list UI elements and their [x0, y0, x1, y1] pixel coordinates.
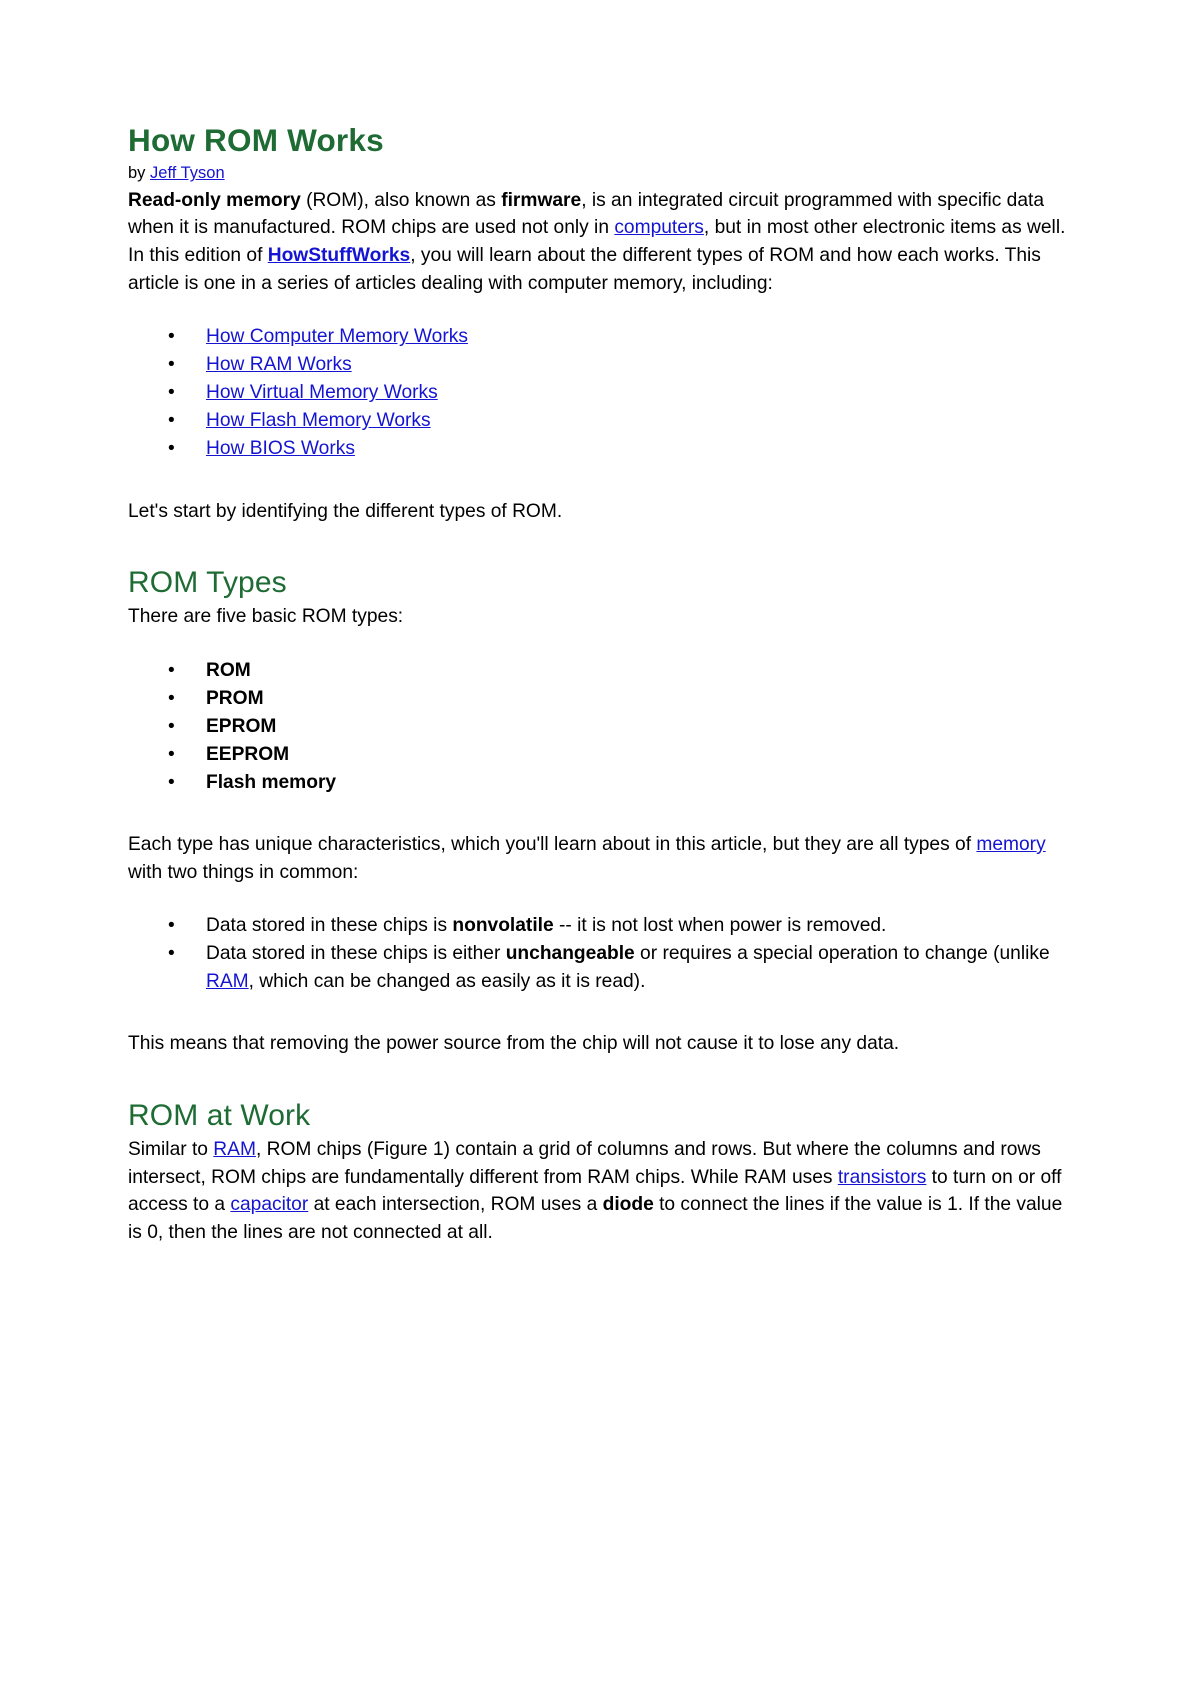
- bullet-icon: •: [168, 354, 175, 376]
- memory-link[interactable]: memory: [976, 834, 1045, 855]
- commonality-1-post: -- it is not lost when power is removed.: [553, 915, 887, 937]
- list-item: • How RAM Works: [128, 351, 1080, 379]
- list-item: • PROM: [128, 685, 1080, 713]
- commonality-2-mid: or requires a special operation to chang…: [634, 943, 1050, 965]
- bullet-icon: •: [168, 743, 175, 765]
- list-item: • How Flash Memory Works: [128, 407, 1080, 435]
- rom-types-closing-paragraph: This means that removing the power sourc…: [128, 1033, 900, 1055]
- bullet-icon: •: [168, 715, 175, 737]
- section-heading-rom-types: ROM Types: [128, 566, 287, 600]
- list-item: • How Virtual Memory Works: [128, 379, 1080, 407]
- commonality-2-pre: Data stored in these chips is either: [206, 943, 506, 965]
- bullet-icon: •: [168, 326, 175, 348]
- bullet-icon: •: [168, 410, 175, 432]
- author-link[interactable]: Jeff Tyson: [150, 164, 225, 182]
- rom-type-flash-memory: Flash memory: [206, 771, 337, 793]
- ram-link-commonality[interactable]: RAM: [206, 971, 249, 992]
- document-page: How ROM Works by Jeff Tyson Read-only me…: [0, 0, 1200, 1698]
- list-item: • Flash memory: [128, 769, 1080, 797]
- list-item: • How Computer Memory Works: [128, 323, 1080, 351]
- intro-paragraph: Read-only memory (ROM), also known as fi…: [128, 187, 1080, 298]
- bullet-icon: •: [168, 687, 175, 709]
- ram-link-rom-at-work[interactable]: RAM: [213, 1139, 256, 1160]
- commonality-1-term: nonvolatile: [452, 915, 554, 937]
- rom-types-after-list-paragraph: Each type has unique characteristics, wh…: [128, 831, 1080, 886]
- list-item: • EEPROM: [128, 741, 1080, 769]
- bullet-icon: •: [168, 382, 175, 404]
- bullet-icon: •: [168, 943, 175, 965]
- byline-prefix: by: [128, 164, 151, 183]
- bullet-icon: •: [168, 438, 175, 460]
- rom-type-eprom: EPROM: [206, 715, 277, 737]
- related-link-bios[interactable]: How BIOS Works: [206, 438, 355, 459]
- rom-type-eeprom: EEPROM: [206, 743, 290, 765]
- rom-types-list: • ROM • PROM • EPROM • EEPROM • Flash memory: [128, 657, 1080, 797]
- intro-term-read-only-memory: Read-only memory: [128, 189, 301, 211]
- related-link-flash-memory[interactable]: How Flash Memory Works: [206, 410, 431, 431]
- rom-type-rom: ROM: [206, 659, 251, 681]
- related-link-ram[interactable]: How RAM Works: [206, 354, 352, 375]
- commonality-1-pre: Data stored in these chips is: [206, 915, 453, 937]
- list-item: • EPROM: [128, 713, 1080, 741]
- computers-link[interactable]: computers: [614, 217, 704, 238]
- after-list-text-2: with two things in common:: [128, 861, 359, 883]
- bullet-icon: •: [168, 771, 175, 793]
- list-item: • Data stored in these chips is either un…: [128, 940, 1080, 996]
- bullet-icon: •: [168, 915, 175, 937]
- byline: by Jeff Tyson: [128, 163, 1080, 184]
- commonality-2-term: unchangeable: [505, 943, 635, 965]
- intro-term-firmware: firmware: [501, 189, 582, 211]
- bullet-icon: •: [168, 659, 175, 681]
- commonality-2-post: , which can be changed as easily as it i…: [248, 971, 646, 993]
- section-heading-rom-at-work: ROM at Work: [128, 1098, 311, 1132]
- transistors-link[interactable]: transistors: [838, 1167, 927, 1188]
- rom-at-work-text-1: Similar to: [128, 1138, 214, 1160]
- after-list-text-1: Each type has unique characteristics, wh…: [128, 833, 977, 855]
- list-item: • How BIOS Works: [128, 435, 1080, 463]
- rom-at-work-paragraph: Similar to RAM, ROM chips (Figure 1) con…: [128, 1136, 1080, 1247]
- rom-type-prom: PROM: [206, 687, 264, 709]
- howstuffworks-link[interactable]: HowStuffWorks: [268, 245, 410, 266]
- rom-types-intro: There are five basic ROM types:: [128, 606, 404, 628]
- capacitor-link[interactable]: capacitor: [230, 1194, 308, 1215]
- commonalities-list: • Data stored in these chips is nonvolati…: [128, 912, 1080, 996]
- related-link-computer-memory[interactable]: How Computer Memory Works: [206, 326, 468, 347]
- page-title: How ROM Works: [128, 122, 384, 158]
- rom-at-work-text-4: at each intersection, ROM uses a: [308, 1194, 603, 1216]
- list-item: • Data stored in these chips is nonvolati…: [128, 912, 1080, 940]
- related-articles-list: • How Computer Memory Works • How RAM Work…: [128, 323, 1080, 463]
- list-item: • ROM: [128, 657, 1080, 685]
- lets-start-paragraph: Let's start by identifying the different…: [128, 500, 563, 522]
- related-link-virtual-memory[interactable]: How Virtual Memory Works: [206, 382, 438, 403]
- intro-text-1: (ROM), also known as: [300, 189, 502, 211]
- diode-term: diode: [602, 1194, 654, 1216]
